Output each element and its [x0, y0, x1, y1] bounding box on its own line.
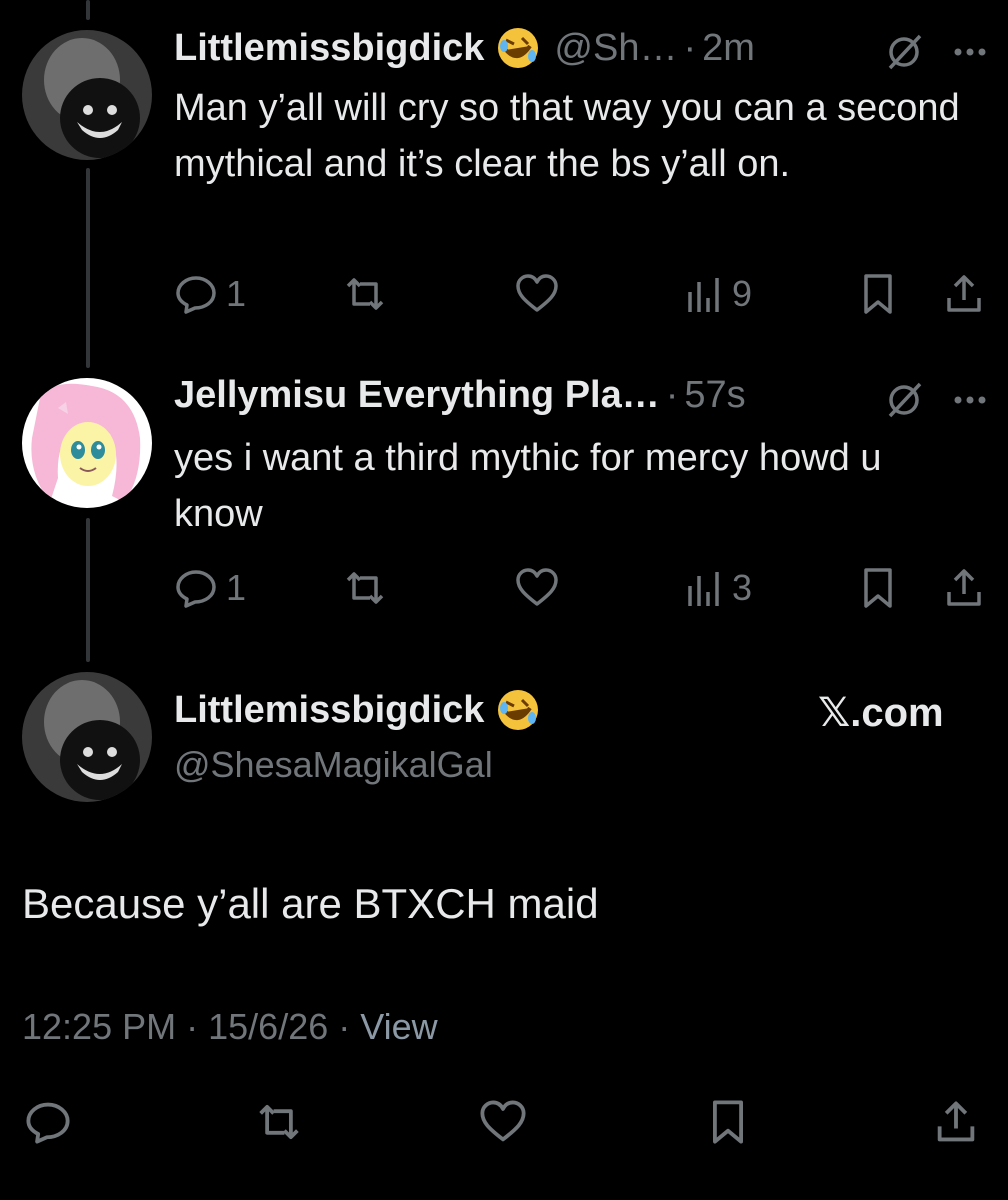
like-button[interactable] — [514, 272, 560, 316]
share-icon — [947, 275, 981, 312]
share-button[interactable] — [944, 566, 984, 610]
post-date: 15/6/26 — [208, 1006, 329, 1047]
thread-line-1 — [86, 168, 90, 368]
more-options-icon[interactable] — [952, 380, 988, 425]
tweet-1-text: Man y’all will cry so that way you can a… — [174, 87, 960, 185]
repost-icon — [259, 1104, 299, 1140]
like-button[interactable] — [514, 566, 560, 610]
repost-icon — [346, 572, 384, 604]
thread-line-top — [86, 0, 90, 20]
view-count: 9 — [732, 273, 753, 314]
post-time: 12:25 PM — [22, 1006, 177, 1047]
analytics-icon — [688, 572, 719, 606]
bookmark-icon — [864, 274, 892, 314]
reply-button[interactable]: 1 — [174, 566, 246, 610]
share-icon — [937, 1101, 975, 1142]
grok-icon[interactable] — [884, 32, 924, 77]
tweet-2-header: Jellymisu Everything Pla… · 57s — [174, 374, 746, 417]
separator-dot: · — [665, 374, 679, 416]
separator-dot: · — [186, 1006, 199, 1047]
tweet-2-text: yes i want a third mythic for mercy howd… — [174, 437, 882, 535]
bookmark-icon — [864, 568, 892, 608]
main-author-handle[interactable]: @ShesaMagikalGal — [174, 744, 493, 786]
share-icon — [947, 569, 981, 606]
tweet-2-time[interactable]: 57s — [684, 374, 745, 417]
tweet-1-header-icons — [884, 32, 988, 77]
more-options-icon[interactable] — [952, 32, 988, 77]
tweet-1-handle[interactable]: @Sh… — [554, 27, 677, 70]
reply-icon — [26, 1102, 70, 1144]
view-count: 3 — [732, 567, 753, 608]
bookmark-button[interactable] — [858, 566, 898, 610]
repost-button[interactable] — [252, 1098, 306, 1146]
separator-dot: · — [338, 1006, 351, 1047]
analytics-icon — [688, 278, 719, 312]
rofl-emoji-icon — [496, 26, 540, 70]
reply-count: 1 — [226, 273, 247, 314]
tweet-1-time[interactable]: 2m — [702, 27, 755, 70]
tweet-1-author-name[interactable]: Littlemissbigdick — [174, 27, 484, 70]
tweet-1-actions: 1 9 — [174, 272, 984, 322]
share-button[interactable] — [944, 272, 984, 316]
reply-count: 1 — [226, 567, 247, 608]
tweet-2-header-icons — [884, 380, 988, 425]
grok-icon[interactable] — [884, 380, 924, 425]
source-label: 𝕏.com — [818, 691, 944, 735]
avatar-jellymisu[interactable] — [22, 378, 152, 508]
main-author-name-row: Littlemissbigdick — [174, 688, 540, 732]
view-link[interactable]: View — [360, 1006, 437, 1047]
reply-icon — [176, 276, 216, 314]
views-button[interactable]: 9 — [684, 272, 752, 316]
main-author-name[interactable]: Littlemissbigdick — [174, 689, 484, 732]
bookmark-icon — [713, 1100, 743, 1144]
tweet-1-header: Littlemissbigdick @Sh… · 2m — [174, 26, 755, 70]
repost-button[interactable] — [340, 566, 390, 610]
views-button[interactable]: 3 — [684, 566, 752, 610]
thread-line-2 — [86, 518, 90, 662]
heart-icon — [516, 568, 558, 606]
reply-button[interactable] — [24, 1098, 72, 1146]
reply-icon — [176, 570, 216, 608]
tweet-2-author-name[interactable]: Jellymisu Everything Pla… — [174, 374, 660, 417]
heart-icon — [480, 1100, 526, 1142]
separator-dot: · — [683, 26, 697, 69]
main-tweet-text: Because y’all are BTXCH maid — [22, 880, 599, 927]
tweet-2-actions: 1 3 — [174, 566, 984, 616]
bookmark-button[interactable] — [858, 272, 898, 316]
avatar-littlemissbigdick[interactable] — [22, 30, 152, 160]
share-button[interactable] — [934, 1098, 978, 1146]
repost-icon — [346, 278, 384, 310]
repost-button[interactable] — [340, 272, 390, 316]
reply-button[interactable]: 1 — [174, 272, 246, 316]
bookmark-button[interactable] — [706, 1098, 750, 1146]
rofl-emoji-icon — [496, 688, 540, 732]
heart-icon — [516, 274, 558, 312]
main-tweet-actions — [0, 1098, 1008, 1148]
avatar-main-author[interactable] — [22, 672, 152, 802]
like-button[interactable] — [478, 1098, 528, 1146]
main-tweet-meta: 12:25 PM · 15/6/26 · View — [22, 1006, 438, 1048]
